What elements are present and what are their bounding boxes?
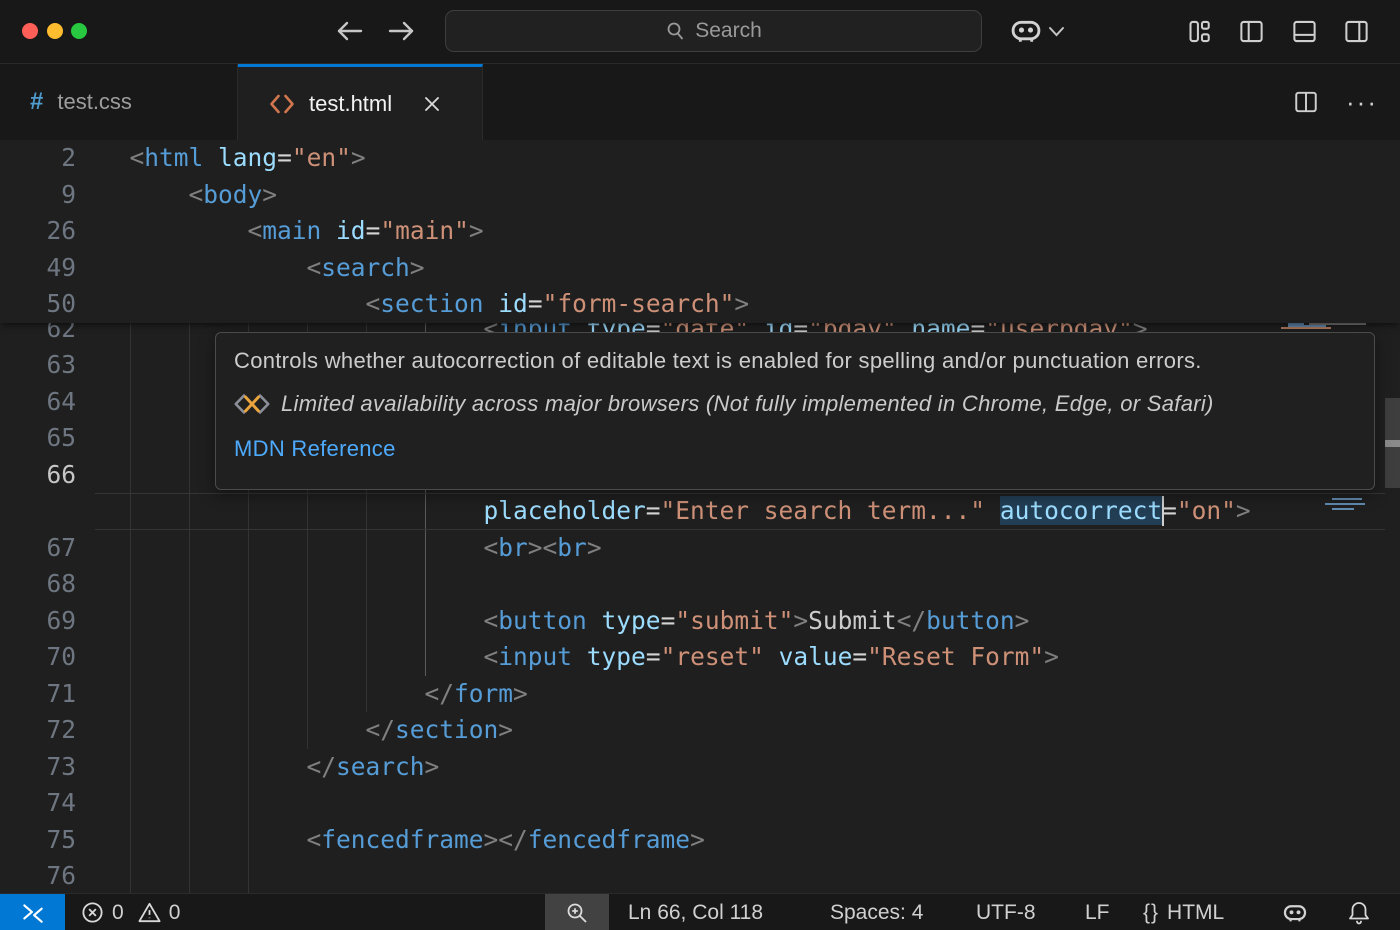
line-number[interactable]: 26 xyxy=(0,213,76,250)
back-arrow-icon[interactable] xyxy=(334,17,364,45)
search-input[interactable]: Search xyxy=(445,10,982,52)
line-number[interactable]: 71 xyxy=(0,676,76,713)
code-line[interactable]: <body> xyxy=(100,177,277,214)
chevron-down-icon[interactable] xyxy=(1048,26,1065,38)
tooltip-description: Controls whether autocorrection of edita… xyxy=(234,348,1356,374)
vscode-window: Search # test.css test.ht xyxy=(0,0,1400,930)
line-number[interactable]: 76 xyxy=(0,858,76,893)
warning-triangle-icon xyxy=(137,900,162,925)
minimap-line xyxy=(1332,498,1362,500)
minimap-line xyxy=(1281,327,1331,329)
toggle-secondary-sidebar-icon[interactable] xyxy=(1343,18,1370,45)
title-bar: Search xyxy=(0,0,1400,64)
baseline-limited-availability-icon xyxy=(234,392,270,416)
status-bar: 0 0 Ln 66, Col 118 Spaces: 4 UTF-8 LF {}… xyxy=(0,893,1400,930)
maximize-window-button[interactable] xyxy=(71,23,87,39)
line-number[interactable]: 73 xyxy=(0,749,76,786)
code-line[interactable]: <br><br> xyxy=(100,530,602,567)
tab-label: test.html xyxy=(309,91,392,117)
mdn-reference-link[interactable]: MDN Reference xyxy=(234,436,1356,462)
problems-status[interactable]: 0 0 xyxy=(80,894,180,930)
line-number[interactable]: 66 xyxy=(0,457,76,494)
line-number[interactable]: 63 xyxy=(0,347,76,384)
text-cursor xyxy=(1162,496,1164,526)
error-count: 0 xyxy=(112,901,124,925)
code-line[interactable]: <html lang="en"> xyxy=(100,140,366,177)
tab-test-html[interactable]: test.html xyxy=(238,64,483,140)
line-number[interactable]: 2 xyxy=(0,140,76,177)
language-label: HTML xyxy=(1167,901,1224,925)
cursor-position-status[interactable]: Ln 66, Col 118 xyxy=(628,894,763,930)
search-placeholder: Search xyxy=(695,19,762,43)
html-file-icon xyxy=(268,93,296,115)
copilot-icon[interactable] xyxy=(1008,13,1044,49)
encoding-status[interactable]: UTF-8 xyxy=(976,894,1036,930)
line-number[interactable]: 9 xyxy=(0,177,76,214)
forward-arrow-icon[interactable] xyxy=(387,17,417,45)
code-line[interactable]: placeholder="Enter search term..." autoc… xyxy=(100,493,1251,530)
zoom-magnifier-plus-icon xyxy=(565,901,589,925)
line-number[interactable]: 72 xyxy=(0,712,76,749)
css-file-icon: # xyxy=(30,88,43,116)
hover-tooltip: Controls whether autocorrection of edita… xyxy=(215,332,1375,490)
code-line[interactable]: </search> xyxy=(100,749,439,786)
line-number[interactable]: 65 xyxy=(0,420,76,457)
line-number[interactable]: 64 xyxy=(0,384,76,421)
code-line[interactable]: <section id="form-search"> xyxy=(100,286,749,323)
toggle-primary-sidebar-icon[interactable] xyxy=(1238,18,1265,45)
toggle-panel-icon[interactable] xyxy=(1291,18,1318,45)
line-number[interactable]: 69 xyxy=(0,603,76,640)
language-status[interactable]: {} HTML xyxy=(1143,894,1224,930)
close-window-button[interactable] xyxy=(22,23,38,39)
tab-test-css[interactable]: # test.css xyxy=(0,64,238,140)
zoom-status-button[interactable] xyxy=(545,894,609,930)
more-actions-icon[interactable]: ··· xyxy=(1346,87,1378,118)
word-highlight: autocorrect xyxy=(1000,496,1162,525)
tab-label: test.css xyxy=(57,89,132,115)
code-line[interactable]: <fencedframe></fencedframe> xyxy=(100,822,705,859)
code-line[interactable]: <input type="reset" value="Reset Form"> xyxy=(100,639,1059,676)
tooltip-availability-note: Limited availability across major browse… xyxy=(281,391,1214,417)
editor[interactable]: 62<input type="date" id="bday" name="use… xyxy=(0,140,1400,893)
code-line[interactable]: </form> xyxy=(100,676,528,713)
error-circle-icon xyxy=(80,900,105,925)
line-number[interactable]: 74 xyxy=(0,785,76,822)
braces-icon: {} xyxy=(1143,901,1159,925)
line-number[interactable]: 50 xyxy=(0,286,76,323)
code-line[interactable]: <main id="main"> xyxy=(100,213,484,250)
code-line[interactable]: <button type="submit">Submit</button> xyxy=(100,603,1029,640)
search-icon xyxy=(665,21,686,42)
remote-indicator[interactable] xyxy=(0,894,65,930)
code-line[interactable]: <search> xyxy=(100,250,425,287)
line-number[interactable]: 67 xyxy=(0,530,76,567)
minimap-line xyxy=(1325,503,1365,505)
minimap-line xyxy=(1332,508,1354,510)
split-editor-icon[interactable] xyxy=(1293,89,1319,115)
sticky-scroll[interactable]: 2 <html lang="en"> 9 <body> 26 <main id="main… xyxy=(0,140,1400,323)
minimize-window-button[interactable] xyxy=(47,23,63,39)
line-number[interactable]: 70 xyxy=(0,639,76,676)
overview-ruler-cursor-mark xyxy=(1385,440,1400,447)
code-line[interactable]: </section> xyxy=(100,712,513,749)
copilot-status-icon[interactable] xyxy=(1281,894,1309,930)
remote-indicator-icon xyxy=(20,900,46,926)
notifications-bell-icon[interactable] xyxy=(1347,894,1371,930)
eol-status[interactable]: LF xyxy=(1085,894,1110,930)
customize-layout-icon[interactable] xyxy=(1186,18,1213,45)
close-icon[interactable] xyxy=(423,95,441,113)
line-number[interactable]: 75 xyxy=(0,822,76,859)
indentation-status[interactable]: Spaces: 4 xyxy=(830,894,923,930)
tab-bar: # test.css test.html ··· xyxy=(0,64,1400,140)
line-number[interactable]: 49 xyxy=(0,250,76,287)
warning-count: 0 xyxy=(169,901,181,925)
line-number[interactable]: 68 xyxy=(0,566,76,603)
